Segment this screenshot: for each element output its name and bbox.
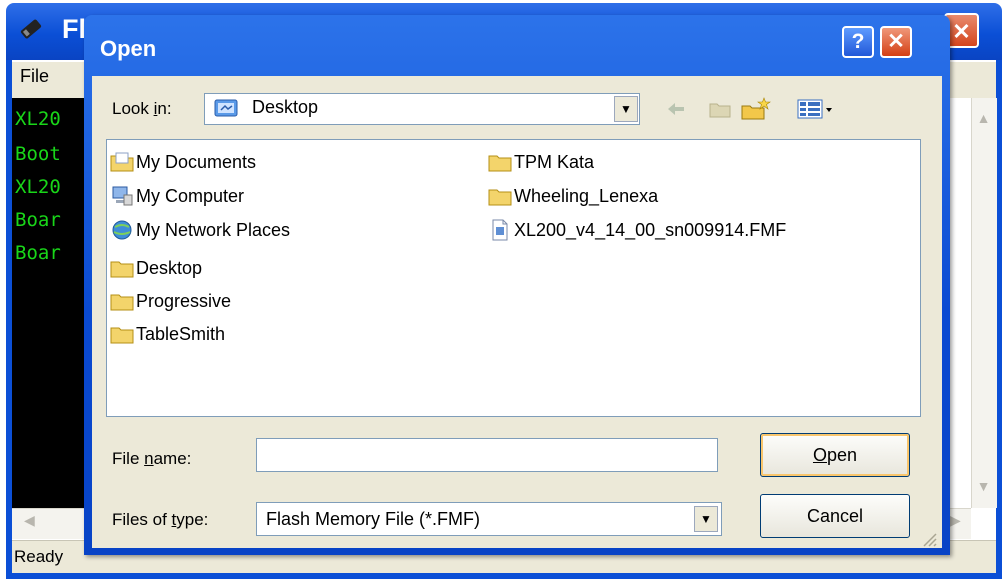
list-item-label: Desktop [136,257,203,278]
my-computer-icon [112,186,133,206]
list-item[interactable]: Desktop [110,256,202,280]
status-text: Ready [14,547,64,566]
scroll-up-arrow-icon[interactable]: ▲ [973,110,994,131]
resize-grip-icon[interactable] [918,528,938,548]
list-item-label: Wheeling_Lenexa [514,185,659,206]
background-frame-bottom [6,572,1002,579]
cancel-button[interactable]: Cancel [760,494,910,538]
folder-icon [110,261,134,278]
scroll-left-arrow-icon[interactable]: ◀ [24,512,35,529]
files-of-type-dropdown-arrow-icon[interactable]: ▼ [694,506,718,532]
files-of-type-value: Flash Memory File (*.FMF) [266,509,481,529]
list-item[interactable]: Progressive [110,289,231,313]
list-item-label: My Computer [136,185,245,206]
list-item[interactable]: My Computer [110,184,244,208]
look-in-dropdown-arrow-icon[interactable]: ▼ [614,96,638,122]
close-button[interactable]: ✕ [880,26,912,58]
list-item-label: TPM Kata [514,151,595,172]
my-documents-icon [110,152,134,172]
list-item[interactable]: My Documents [110,150,256,174]
list-item[interactable]: My Network Places [110,218,290,242]
list-item-label: My Documents [136,151,257,172]
desktop-icon [214,99,238,117]
list-item[interactable]: TPM Kata [488,150,594,174]
folder-icon [488,155,512,172]
list-item-label: XL200_v4_14_00_sn009914.FMF [514,219,787,240]
list-item[interactable]: TableSmith [110,322,225,346]
list-item[interactable]: XL200_v4_14_00_sn009914.FMF [488,218,786,242]
help-button[interactable]: ? [842,26,874,58]
file-icon [492,219,508,241]
vertical-scrollbar[interactable] [971,98,997,508]
list-item[interactable]: Wheeling_Lenexa [488,184,658,208]
folder-icon [110,294,134,311]
console-line: Boot [15,143,61,165]
background-window-title: Fl [62,14,86,44]
list-item-label: My Network Places [136,219,291,240]
look-in-label: Look in: [112,99,172,118]
files-of-type-label: Files of type: [112,510,209,529]
new-folder-icon[interactable] [740,96,772,122]
console-line: Boar [15,209,61,231]
scroll-right-arrow-icon[interactable]: ▶ [950,512,961,529]
scroll-down-arrow-icon[interactable]: ▼ [973,478,994,499]
file-name-input[interactable] [256,438,718,472]
views-menu-icon[interactable] [796,96,840,122]
open-button[interactable]: Open [760,433,910,477]
list-item-label: Progressive [136,290,232,311]
console-line: XL20 [15,108,61,130]
file-list[interactable] [106,139,921,417]
folder-icon [110,327,134,344]
file-name-label: File name: [112,449,192,468]
back-arrow-icon[interactable] [664,96,688,122]
folder-icon [488,189,512,206]
look-in-value: Desktop [252,97,319,117]
up-one-level-icon[interactable] [708,96,732,122]
list-item-label: TableSmith [136,323,226,344]
console-line: Boar [15,242,61,264]
network-places-icon [112,220,132,240]
console-line: XL20 [15,176,61,198]
background-menu-file[interactable]: File [20,66,49,87]
dialog-title: Open [100,36,157,61]
flash-app-icon [20,19,42,39]
